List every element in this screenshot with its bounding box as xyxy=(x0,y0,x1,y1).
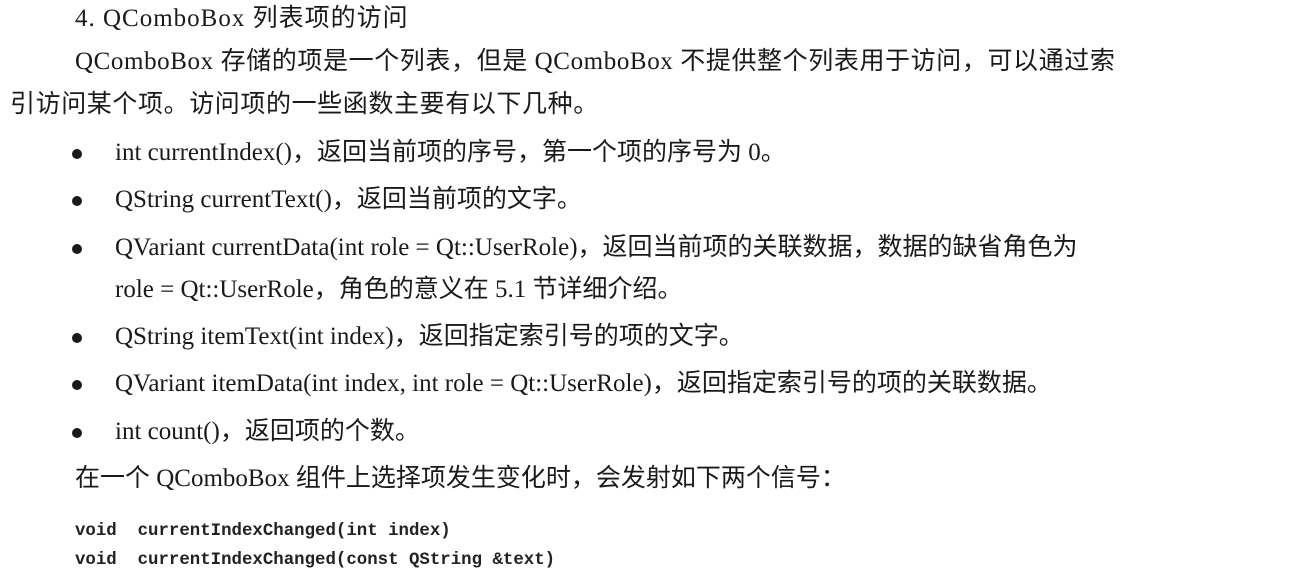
bullet-icon xyxy=(72,333,82,343)
bullet-icon xyxy=(72,380,82,390)
paragraph-line: 在一个 QComboBox 组件上选择项发生变化时，会发射如下两个信号： xyxy=(75,465,846,492)
section-heading: 4. QComboBox 列表项的访问 xyxy=(75,5,409,32)
code-line: void currentIndexChanged(int index) xyxy=(75,522,451,541)
list-item: QVariant itemData(int index, int role = … xyxy=(115,370,1052,397)
list-item-continuation: role = Qt::UserRole，角色的意义在 5.1 节详细介绍。 xyxy=(115,276,683,303)
paragraph-line: QComboBox 存储的项是一个列表，但是 QComboBox 不提供整个列表… xyxy=(75,48,1116,75)
bullet-icon xyxy=(72,196,82,206)
list-item: QVariant currentData(int role = Qt::User… xyxy=(115,234,1078,261)
list-item: QString itemText(int index)，返回指定索引号的项的文字… xyxy=(115,323,744,350)
list-item: int count()，返回项的个数。 xyxy=(115,418,420,445)
bullet-icon xyxy=(72,428,82,438)
paragraph-line: 引访问某个项。访问项的一些函数主要有以下几种。 xyxy=(10,91,599,118)
list-item: QString currentText()，返回当前项的文字。 xyxy=(115,186,582,213)
list-item: int currentIndex()，返回当前项的序号，第一个项的序号为 0。 xyxy=(115,139,786,166)
code-line: void currentIndexChanged(const QString &… xyxy=(75,551,556,570)
bullet-icon xyxy=(72,244,82,254)
bullet-icon xyxy=(72,149,82,159)
